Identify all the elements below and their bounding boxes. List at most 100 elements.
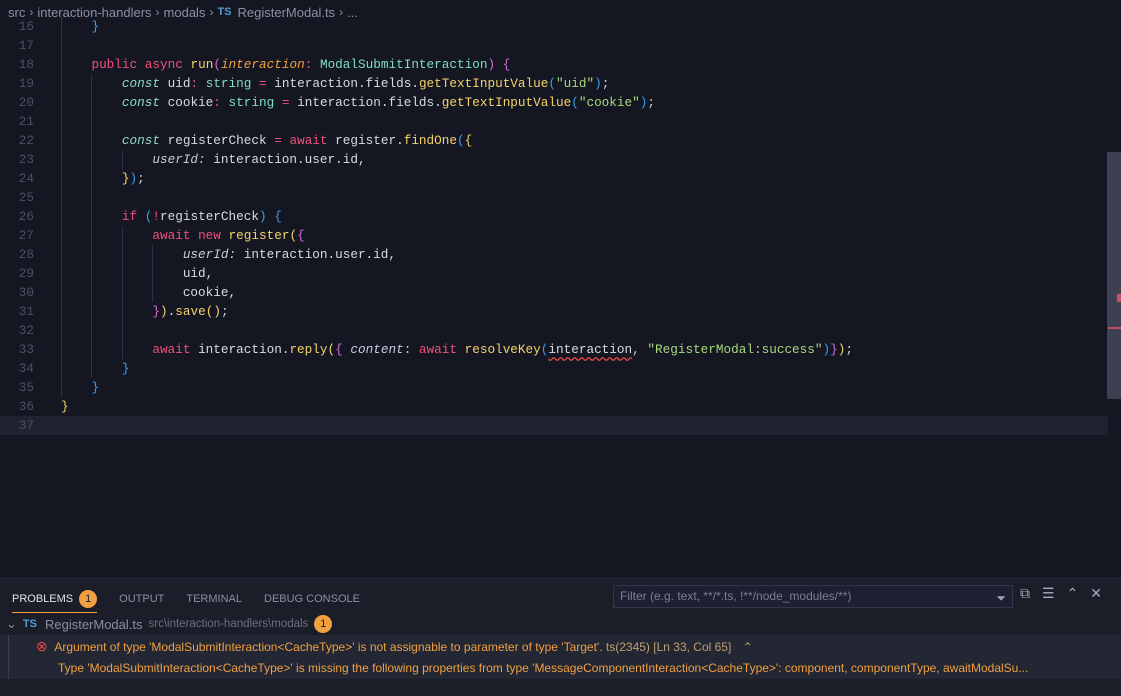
indent-guide bbox=[61, 340, 91, 359]
code-line[interactable]: 19 const uid: string = interaction.fields… bbox=[0, 74, 1108, 93]
code-line[interactable]: 33 await interaction. reply({ content: awa… bbox=[0, 340, 1108, 359]
close-panel-icon[interactable]: ✕ bbox=[1090, 585, 1102, 602]
collapse-all-icon[interactable]: ⧉ bbox=[1020, 585, 1030, 602]
indent-guide bbox=[121, 340, 152, 359]
code-editor[interactable]: 16} 17 18 public async run(interaction: Mod… bbox=[0, 17, 1108, 435]
tab-terminal[interactable]: TERMINAL bbox=[186, 585, 242, 613]
line-number: 33 bbox=[18, 342, 34, 357]
code-line[interactable]: 34} bbox=[0, 359, 1108, 378]
code-line[interactable]: 21 bbox=[0, 112, 1108, 131]
indent-guide bbox=[61, 55, 91, 74]
indent-guide bbox=[91, 150, 121, 169]
indent-guide bbox=[152, 245, 182, 264]
line-number: 25 bbox=[18, 190, 34, 205]
code-line[interactable]: 37 bbox=[0, 416, 1108, 435]
code-token: save bbox=[175, 304, 206, 319]
code-token: } bbox=[91, 19, 100, 34]
code-line[interactable]: 25 bbox=[0, 188, 1108, 207]
tab-label: OUTPUT bbox=[119, 593, 165, 605]
code-line[interactable]: 30 cookie, bbox=[0, 283, 1108, 302]
code-line[interactable]: 22 const registerCheck = await register. f… bbox=[0, 131, 1108, 150]
editor-scrollbar[interactable] bbox=[1107, 152, 1121, 399]
code-token: await bbox=[152, 228, 191, 243]
code-line[interactable]: 18 public async run(interaction: ModalSub… bbox=[0, 55, 1108, 74]
indent-guide bbox=[91, 188, 121, 207]
chevron-down-icon[interactable]: ⌄ bbox=[6, 616, 17, 632]
indent-guide bbox=[61, 36, 91, 55]
code-line[interactable]: 27 await new register({ bbox=[0, 226, 1108, 245]
indent-guide bbox=[121, 150, 152, 169]
problem-detail: Type 'ModalSubmitInteraction<CacheType>'… bbox=[0, 657, 1121, 679]
filter-icon[interactable]: ⏷ bbox=[996, 588, 1006, 609]
tab-debug-console[interactable]: DEBUG CONSOLE bbox=[264, 585, 360, 613]
code-line[interactable]: 23 userId: interaction.user.id, bbox=[0, 150, 1108, 169]
code-token: cookie bbox=[167, 95, 214, 110]
line-number: 36 bbox=[18, 399, 34, 414]
code-token: ( bbox=[289, 228, 298, 243]
code-token: } bbox=[830, 342, 838, 357]
code-token: = bbox=[281, 95, 290, 110]
code-line[interactable]: 35} bbox=[0, 378, 1108, 397]
code-line[interactable]: 20 const cookie: string = interaction.fie… bbox=[0, 93, 1108, 112]
code-token: ! bbox=[152, 209, 161, 224]
code-line[interactable]: 17 bbox=[0, 36, 1108, 55]
problem-file-row[interactable]: ⌄ TS RegisterModal.ts src\interaction-ha… bbox=[6, 613, 333, 635]
line-number: 35 bbox=[18, 380, 34, 395]
code-token: if bbox=[121, 209, 138, 224]
code-line[interactable]: 24}); bbox=[0, 169, 1108, 188]
code-token: } bbox=[91, 380, 100, 395]
code-token: { bbox=[297, 228, 305, 243]
code-token: const bbox=[121, 76, 160, 91]
file-problem-count-badge: 1 bbox=[314, 615, 333, 633]
code-token: , bbox=[632, 342, 648, 357]
indent-guide bbox=[61, 245, 91, 264]
code-line[interactable]: 26 if (! registerCheck) { bbox=[0, 207, 1108, 226]
indent-guide bbox=[152, 283, 182, 302]
code-token: ; bbox=[137, 171, 145, 186]
code-token: resolveKey bbox=[464, 342, 541, 357]
indent-guide bbox=[91, 131, 121, 150]
line-number: 37 bbox=[18, 418, 34, 433]
code-token: : bbox=[213, 95, 221, 110]
tab-label: PROBLEMS bbox=[12, 592, 74, 605]
code-token: . bbox=[167, 304, 176, 319]
code-token: ( bbox=[327, 342, 336, 357]
problem-file-name: RegisterModal.ts bbox=[44, 616, 143, 632]
code-line[interactable]: 36} bbox=[0, 397, 1108, 416]
code-token: getTextInputValue bbox=[418, 76, 549, 91]
maximize-panel-icon[interactable]: ⌃ bbox=[1067, 585, 1079, 602]
line-number: 28 bbox=[18, 247, 34, 262]
problems-filter-input[interactable]: Filter (e.g. text, **/*.ts, !**/node_mod… bbox=[613, 585, 1013, 608]
code-token: } bbox=[152, 304, 160, 319]
tab-problems[interactable]: PROBLEMS 1 bbox=[12, 585, 98, 613]
code-token: ( bbox=[540, 342, 549, 357]
indent-guide bbox=[61, 131, 91, 150]
code-line[interactable]: 28 userId: interaction.user.id, bbox=[0, 245, 1108, 264]
code-token: ; bbox=[647, 95, 656, 110]
chevron-up-icon[interactable]: ⌃ bbox=[743, 640, 753, 654]
problem-code: ts(2345) bbox=[605, 640, 650, 654]
view-as-list-icon[interactable]: ☰ bbox=[1042, 585, 1055, 602]
code-line[interactable]: 32 bbox=[0, 321, 1108, 340]
code-token: const bbox=[121, 133, 160, 148]
indent-guide bbox=[121, 264, 152, 283]
tab-label: TERMINAL bbox=[186, 593, 242, 605]
tab-output[interactable]: OUTPUT bbox=[119, 585, 164, 613]
code-line[interactable]: 29 uid, bbox=[0, 264, 1108, 283]
code-token: ; bbox=[220, 304, 229, 319]
code-line[interactable]: 16} bbox=[0, 17, 1108, 36]
problem-item[interactable]: ⊗ Argument of type 'ModalSubmitInteracti… bbox=[0, 635, 1121, 657]
code-token: interaction bbox=[220, 57, 305, 72]
code-token: { bbox=[274, 209, 282, 224]
code-token: register bbox=[228, 228, 290, 243]
line-number: 30 bbox=[18, 285, 34, 300]
code-line[interactable]: 31}). save(); bbox=[0, 302, 1108, 321]
